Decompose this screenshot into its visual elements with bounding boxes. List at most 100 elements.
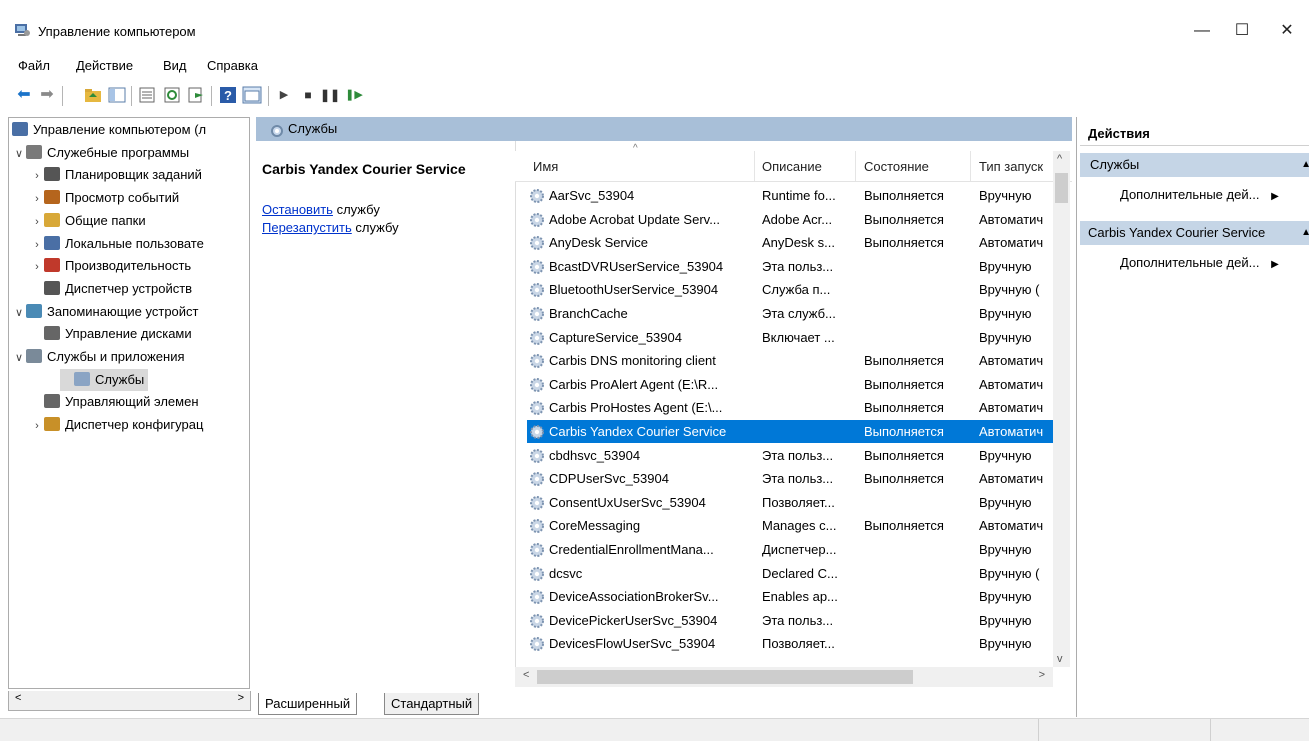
column-header-startup-type[interactable]: Тип запуск <box>979 159 1047 174</box>
tab-standard[interactable]: Стандартный <box>384 693 480 715</box>
column-divider[interactable] <box>754 151 755 181</box>
service-row[interactable]: CDPUserSvc_53904 Эта польз... Выполняется А… <box>527 467 1055 490</box>
expand-right-icon[interactable]: › <box>30 188 44 210</box>
menu-help[interactable]: Справка <box>207 58 258 73</box>
tree-item[interactable]: Управление компьютером (л <box>12 119 206 141</box>
expand-right-icon[interactable]: › <box>30 234 44 256</box>
more-actions-selected-service[interactable]: Дополнительные дей... ▶ <box>1120 255 1279 270</box>
menu-file[interactable]: Файл <box>18 58 50 73</box>
expand-right-icon[interactable]: › <box>30 211 44 233</box>
service-row[interactable]: DeviceAssociationBrokerSv... Enables ap..… <box>527 585 1055 608</box>
expand-right-icon[interactable]: › <box>30 165 44 187</box>
service-row[interactable]: Carbis ProHostes Agent (E:\... Выполняетс… <box>527 396 1055 419</box>
tree-item[interactable]: Управляющий элемен <box>30 391 199 413</box>
service-row[interactable]: DevicesFlowUserSvc_53904 Позволяет... Вруч… <box>527 632 1055 655</box>
service-row[interactable]: Carbis Yandex Courier Service Выполняется… <box>527 420 1055 443</box>
menu-action[interactable]: Действие <box>76 58 133 73</box>
forward-arrow-icon[interactable]: ➡ <box>37 85 57 105</box>
service-row[interactable]: CredentialEnrollmentMana... Диспетчер... В… <box>527 538 1055 561</box>
tree-item[interactable]: › Производительность <box>30 255 191 277</box>
pause-service-icon[interactable]: ❚❚ <box>320 85 340 105</box>
scroll-right-icon[interactable]: > <box>1039 669 1045 681</box>
service-row[interactable]: Adobe Acrobat Update Serv... Adobe Acr...… <box>527 208 1055 231</box>
computer-management-icon <box>12 122 28 136</box>
tree-item[interactable]: › Просмотр событий <box>30 187 179 209</box>
vertical-scroll-thumb[interactable] <box>1055 173 1068 203</box>
expand-right-icon[interactable]: › <box>30 256 44 278</box>
column-header-name[interactable]: Имя <box>533 159 558 174</box>
tree-item[interactable]: ∨ Службы и приложения <box>12 346 185 368</box>
tree-item-label: Служебные программы <box>47 144 190 160</box>
service-row[interactable]: Carbis DNS monitoring client Выполняется А… <box>527 349 1055 372</box>
show-hide-tree-icon[interactable] <box>108 87 126 103</box>
service-row[interactable]: CoreMessaging Manages c... Выполняется Авто… <box>527 514 1055 537</box>
actions-section-selected-label: Carbis Yandex Courier Service <box>1088 225 1266 240</box>
service-startup-type: Автоматич <box>979 376 1044 392</box>
column-header-description[interactable]: Описание <box>762 159 822 174</box>
restart-service-link[interactable]: Перезапустить <box>262 220 352 235</box>
help-icon[interactable]: ? <box>219 86 237 104</box>
folder-up-icon[interactable] <box>84 87 102 103</box>
service-row[interactable]: BluetoothUserService_53904 Служба п... Вру… <box>527 278 1055 301</box>
more-actions-services[interactable]: Дополнительные дей... ▶ <box>1120 187 1279 202</box>
tree-item[interactable]: Управление дисками <box>30 323 192 345</box>
service-row[interactable]: BranchCache Эта служб... Вручную <box>527 302 1055 325</box>
service-row[interactable]: DevicePickerUserSvc_53904 Эта польз... Вру… <box>527 609 1055 632</box>
tree-item[interactable]: › Локальные пользовате <box>30 233 204 255</box>
service-row[interactable]: dcsvc Declared C... Вручную ( <box>527 562 1055 585</box>
horizontal-scroll-thumb[interactable] <box>537 670 913 684</box>
scroll-left-icon[interactable]: < <box>15 692 21 704</box>
service-row[interactable]: cbdhsvc_53904 Эта польз... Выполняется Вруч… <box>527 444 1055 467</box>
list-vertical-scrollbar[interactable]: ^ v <box>1053 151 1070 667</box>
actions-section-selected-service[interactable]: Carbis Yandex Courier Service ▲ <box>1080 221 1309 245</box>
tree-item[interactable]: › Общие папки <box>30 210 146 232</box>
actions-section-services[interactable]: Службы ▲ <box>1080 153 1309 177</box>
start-service-icon[interactable]: ▶ <box>274 85 294 105</box>
scroll-right-icon[interactable]: > <box>238 692 244 704</box>
properties-icon[interactable] <box>138 87 156 103</box>
column-divider[interactable] <box>970 151 971 181</box>
submenu-arrow-icon: ▶ <box>1271 259 1279 270</box>
column-divider[interactable] <box>855 151 856 181</box>
service-gear-icon <box>530 401 544 416</box>
scroll-left-icon[interactable]: < <box>523 669 529 681</box>
tree-horizontal-scrollbar[interactable]: < > <box>8 691 251 711</box>
tab-extended[interactable]: Расширенный <box>258 693 358 715</box>
minimize-button[interactable]: — <box>1182 16 1222 46</box>
service-row[interactable]: ConsentUxUserSvc_53904 Позволяет... Вручну… <box>527 491 1055 514</box>
service-row[interactable]: BcastDVRUserService_53904 Эта польз... Вру… <box>527 255 1055 278</box>
users-icon <box>44 235 60 250</box>
service-row[interactable]: AarSvc_53904 Runtime fo... Выполняется Вруч… <box>527 184 1055 207</box>
list-horizontal-scrollbar[interactable]: < > <box>515 667 1053 687</box>
maximize-button[interactable]: ☐ <box>1222 16 1262 46</box>
menu-view[interactable]: Вид <box>163 58 187 73</box>
scroll-down-icon[interactable]: v <box>1057 653 1063 665</box>
expand-right-icon[interactable]: › <box>30 415 44 437</box>
tree-item[interactable]: Службы <box>60 368 149 391</box>
expand-down-icon[interactable]: ∨ <box>12 347 26 369</box>
service-row[interactable]: AnyDesk Service AnyDesk s... Выполняется Ав… <box>527 231 1055 254</box>
collapse-icon[interactable]: ▲ <box>1301 221 1309 245</box>
tree-item[interactable]: ∨ Служебные программы <box>12 142 189 164</box>
view-icon[interactable] <box>242 86 262 104</box>
close-button[interactable]: ✕ <box>1267 16 1307 46</box>
service-startup-type: Автоматич <box>979 211 1044 227</box>
refresh-icon[interactable] <box>163 87 181 103</box>
collapse-icon[interactable]: ▲ <box>1301 153 1309 177</box>
tree-item[interactable]: Диспетчер устройств <box>30 278 192 300</box>
stop-service-icon[interactable]: ■ <box>298 85 318 105</box>
service-name: Carbis Yandex Courier Service <box>549 424 727 439</box>
restart-service-icon[interactable]: ❚▶ <box>344 85 364 105</box>
scroll-up-icon[interactable]: ^ <box>1057 153 1062 165</box>
column-header-state[interactable]: Состояние <box>864 159 929 174</box>
expand-down-icon[interactable]: ∨ <box>12 143 26 165</box>
tree-item[interactable]: › Планировщик заданий <box>30 164 202 186</box>
tree-item[interactable]: › Диспетчер конфигурац <box>30 414 203 436</box>
back-arrow-icon[interactable]: ⬅ <box>14 85 34 105</box>
service-row[interactable]: CaptureService_53904 Включает ... Вручную <box>527 326 1055 349</box>
export-list-icon[interactable] <box>187 87 205 103</box>
service-row[interactable]: Carbis ProAlert Agent (E:\R... Выполняетс… <box>527 373 1055 396</box>
tree-item[interactable]: ∨ Запоминающие устройст <box>12 301 199 323</box>
expand-down-icon[interactable]: ∨ <box>12 302 26 324</box>
stop-service-link[interactable]: Остановить <box>262 202 333 217</box>
